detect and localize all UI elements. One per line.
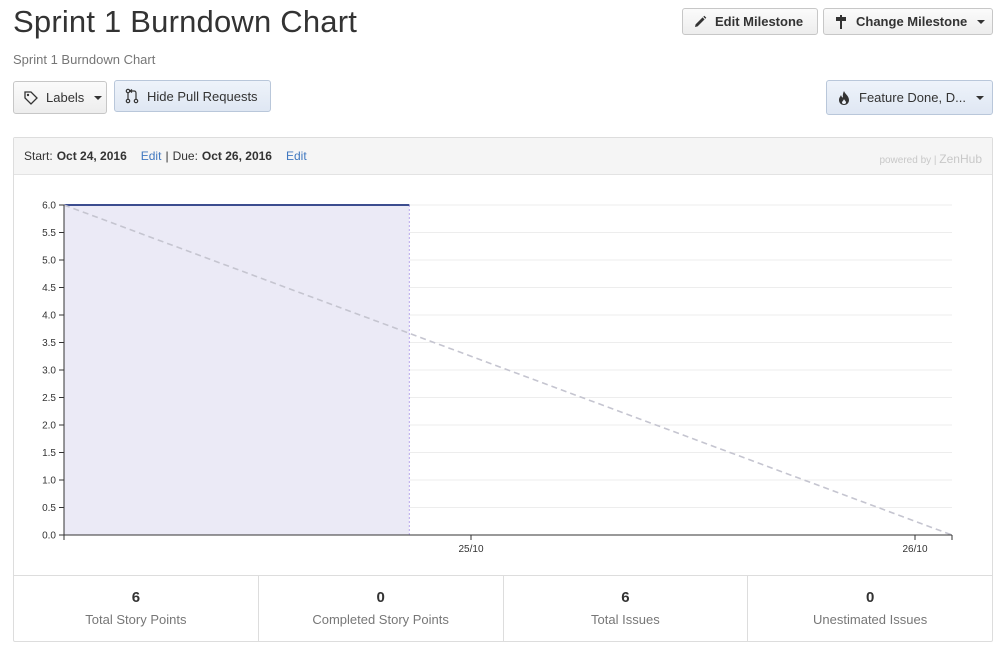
chevron-down-icon xyxy=(977,19,986,24)
x-tick-label: 26/10 xyxy=(902,544,927,555)
page-subtitle: Sprint 1 Burndown Chart xyxy=(13,52,156,67)
y-tick-label: 2.0 xyxy=(42,421,56,432)
stat-unestimated-issues: 0 Unestimated Issues xyxy=(748,576,992,642)
chevron-down-icon xyxy=(975,95,984,100)
labels-dropdown[interactable]: Labels xyxy=(13,81,107,114)
y-tick-label: 0.0 xyxy=(42,531,56,542)
page-title: Sprint 1 Burndown Chart xyxy=(13,4,358,39)
y-tick-label: 1.0 xyxy=(42,476,56,487)
y-tick-label: 0.5 xyxy=(42,503,56,514)
stat-value: 6 xyxy=(621,589,630,606)
y-tick-label: 1.5 xyxy=(42,448,56,459)
y-tick-label: 2.5 xyxy=(42,393,56,404)
y-tick-label: 3.0 xyxy=(42,366,56,377)
stat-label: Total Issues xyxy=(591,612,660,627)
milestone-icon xyxy=(834,14,848,30)
pencil-icon xyxy=(693,15,707,29)
edit-milestone-label: Edit Milestone xyxy=(715,14,804,29)
stat-value: 6 xyxy=(131,589,141,606)
stat-label: Total Story Points xyxy=(85,612,187,627)
tag-icon xyxy=(24,90,38,105)
stat-value: 0 xyxy=(865,589,875,606)
stat-label: Unestimated Issues xyxy=(813,612,928,627)
stat-total-issues: 6 Total Issues xyxy=(504,576,749,642)
stat-total-story-points: 6 Total Story Points xyxy=(14,576,259,642)
y-tick-label: 5.5 xyxy=(42,228,56,239)
y-tick-label: 3.5 xyxy=(42,338,56,349)
labels-label: Labels xyxy=(46,90,85,105)
edit-milestone-button[interactable]: Edit Milestone xyxy=(682,8,818,35)
y-tick-label: 6.0 xyxy=(42,201,56,212)
burndown-chart: 0.0 0.5 1.0 1.5 2.0 2.5 3.0 3.5 4.0 4.5 5.0 5.5 6.0 2… xyxy=(42,201,953,555)
stat-completed-story-points: 0 Completed Story Points xyxy=(259,576,504,642)
hide-pull-requests-label: Hide Pull Requests xyxy=(147,88,258,104)
filter-label: Feature Done, D... xyxy=(859,90,966,105)
stat-label: Completed Story Points xyxy=(312,612,449,627)
filter-dropdown[interactable]: Feature Done, D... xyxy=(826,80,993,115)
burndown-panel: Start: Oct 24, 2016 Edit | Due: Oct 26, … xyxy=(13,137,993,642)
actual-area xyxy=(64,205,410,535)
hide-pull-requests-button[interactable]: Hide Pull Requests xyxy=(114,80,271,112)
change-milestone-label: Change Milestone xyxy=(856,14,968,29)
change-milestone-button[interactable]: Change Milestone xyxy=(823,8,993,35)
y-tick-label: 5.0 xyxy=(42,256,56,267)
x-tick-label: 25/10 xyxy=(458,544,483,555)
stat-value: 0 xyxy=(376,589,385,606)
chevron-down-icon xyxy=(94,95,103,100)
y-tick-label: 4.5 xyxy=(42,283,56,294)
stats-row: 6 Total Story Points 0 Completed Story P… xyxy=(14,575,992,642)
y-tick-label: 4.0 xyxy=(42,311,56,322)
flame-icon xyxy=(837,90,851,106)
pull-request-icon xyxy=(125,88,139,104)
